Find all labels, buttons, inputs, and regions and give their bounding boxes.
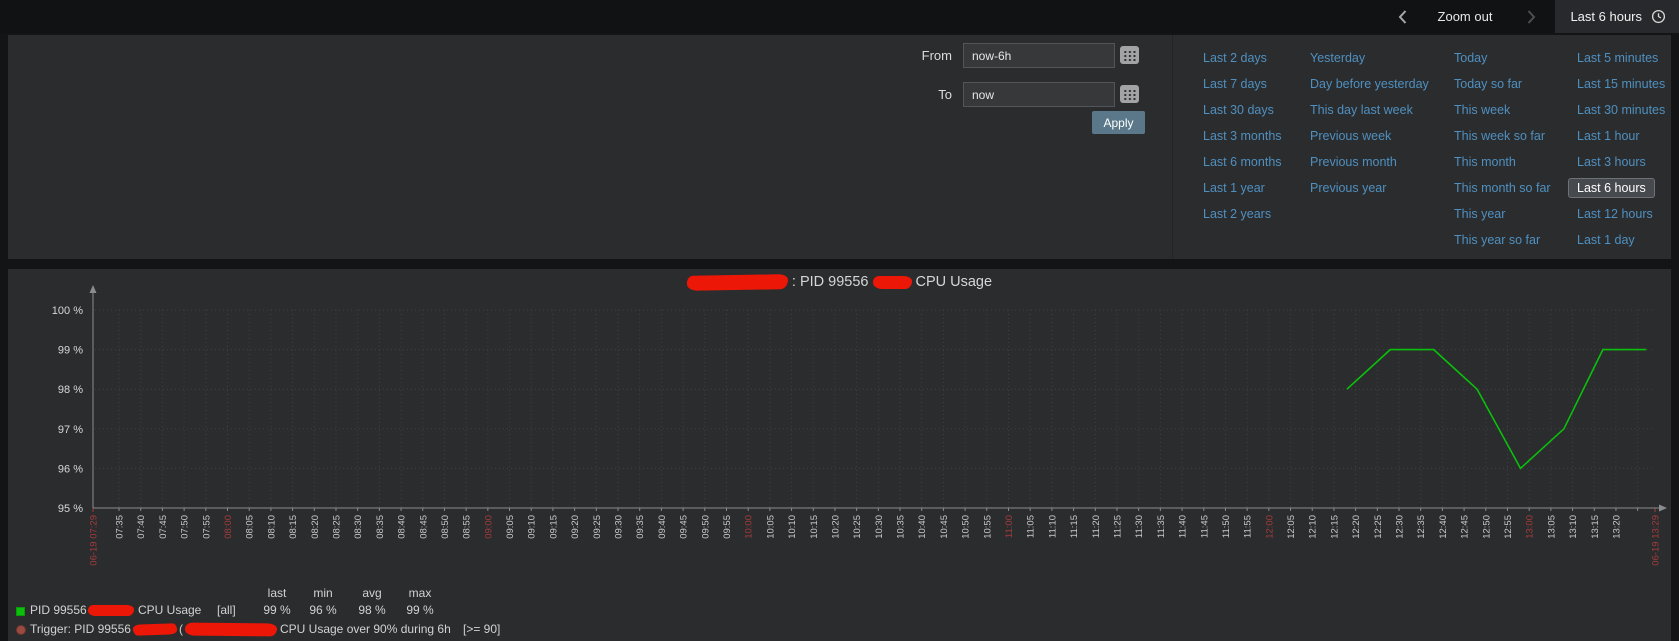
legend-trigger-paren: ( [179,622,183,636]
quick-range-last-6-months[interactable]: Last 6 months [1203,155,1282,169]
quick-range-this-day-last-week[interactable]: This day last week [1310,103,1413,117]
time-filter-panel: From To Apply Last 2 daysLast 7 daysLast… [8,35,1671,259]
quick-range-last-1-day[interactable]: Last 1 day [1577,233,1635,247]
filter-divider [1172,35,1173,259]
quick-range-this-year[interactable]: This year [1454,207,1505,221]
redaction-scribble [132,623,178,636]
legend-value-last: 99 % [263,603,291,617]
redaction-scribble [88,605,134,616]
legend-value-min: 96 % [309,603,337,617]
calendar-icon [1123,50,1136,61]
quick-range-last-1-hour[interactable]: Last 1 hour [1577,129,1640,143]
to-label: To [938,87,952,102]
quick-range-last-3-hours[interactable]: Last 3 hours [1577,155,1646,169]
time-range-picker-button[interactable]: Last 6 hours [1555,0,1679,33]
legend-header-last: last [267,586,287,600]
quick-range-today[interactable]: Today [1454,51,1487,65]
chevron-right-icon [1527,9,1536,24]
time-shift-right-button[interactable] [1518,0,1544,33]
quick-range-this-year-so-far[interactable]: This year so far [1454,233,1540,247]
top-navigation-bar: Zoom out Last 6 hours [0,0,1679,33]
to-input[interactable] [963,82,1115,107]
redaction-scribble [184,622,278,637]
series-color-marker [16,607,25,616]
legend-header-min: min [313,586,333,600]
time-shift-left-button[interactable] [1390,0,1416,33]
quick-range-previous-year[interactable]: Previous year [1310,181,1386,195]
quick-range-last-7-days[interactable]: Last 7 days [1203,77,1267,91]
legend-value-max: 99 % [406,603,434,617]
quick-range-this-month[interactable]: This month [1454,155,1516,169]
graph-panel: : PID 99556 CPU Usage 100 % 99 % 98 % 97 % 9… [8,269,1671,641]
chevron-left-icon [1398,9,1407,24]
quick-ranges-column-1: Last 2 days Last 7 days Last 30 days Last 3… [1203,45,1282,227]
legend-series-label: PID 99556 [30,603,87,617]
legend-trigger-condition: [>= 90] [463,622,501,636]
quick-ranges-column-3: Today Today so far This week This week so f… [1454,45,1551,253]
graph-legend: last min avg max PID 99556 CPU Usage [al… [8,269,1671,641]
quick-range-previous-week[interactable]: Previous week [1310,129,1391,143]
to-calendar-button[interactable] [1120,85,1139,103]
legend-series-label: CPU Usage [138,603,202,617]
quick-range-last-12-hours[interactable]: Last 12 hours [1577,207,1653,221]
clock-icon [1651,9,1666,24]
quick-range-last-1-year[interactable]: Last 1 year [1203,181,1265,195]
quick-range-last-30-days[interactable]: Last 30 days [1203,103,1274,117]
quick-range-last-2-years[interactable]: Last 2 years [1203,207,1271,221]
legend-series-scope: [all] [217,603,236,617]
quick-range-previous-month[interactable]: Previous month [1310,155,1397,169]
from-calendar-button[interactable] [1120,46,1139,64]
quick-range-last-2-days[interactable]: Last 2 days [1203,51,1267,65]
from-label: From [921,48,952,63]
time-range-label: Last 6 hours [1570,9,1642,24]
trigger-marker-icon [16,625,26,635]
quick-range-this-week[interactable]: This week [1454,103,1510,117]
quick-range-day-before-yesterday[interactable]: Day before yesterday [1310,77,1429,91]
apply-button[interactable]: Apply [1092,111,1145,134]
quick-range-today-so-far[interactable]: Today so far [1454,77,1522,91]
calendar-icon [1123,89,1136,100]
quick-range-yesterday[interactable]: Yesterday [1310,51,1365,65]
quick-range-this-week-so-far[interactable]: This week so far [1454,129,1545,143]
legend-header-avg: avg [362,586,382,600]
quick-range-last-3-months[interactable]: Last 3 months [1203,129,1282,143]
quick-range-this-month-so-far[interactable]: This month so far [1454,181,1551,195]
legend-trigger-label: CPU Usage over 90% during 6h [280,622,451,636]
legend-value-avg: 98 % [358,603,386,617]
quick-ranges-column-2: Yesterday Day before yesterday This day la… [1310,45,1429,201]
from-input[interactable] [963,43,1115,68]
quick-ranges-column-4: Last 5 minutes Last 15 minutes Last 30 min… [1568,45,1665,253]
quick-range-last-5-minutes[interactable]: Last 5 minutes [1577,51,1658,65]
quick-range-last-6-hours[interactable]: Last 6 hours [1568,178,1655,198]
legend-trigger-label: Trigger: PID 99556 [30,622,131,636]
zoom-out-button[interactable]: Zoom out [1438,9,1493,24]
quick-range-last-15-minutes[interactable]: Last 15 minutes [1577,77,1665,91]
quick-range-last-30-minutes[interactable]: Last 30 minutes [1577,103,1665,117]
legend-header-max: max [408,586,432,600]
